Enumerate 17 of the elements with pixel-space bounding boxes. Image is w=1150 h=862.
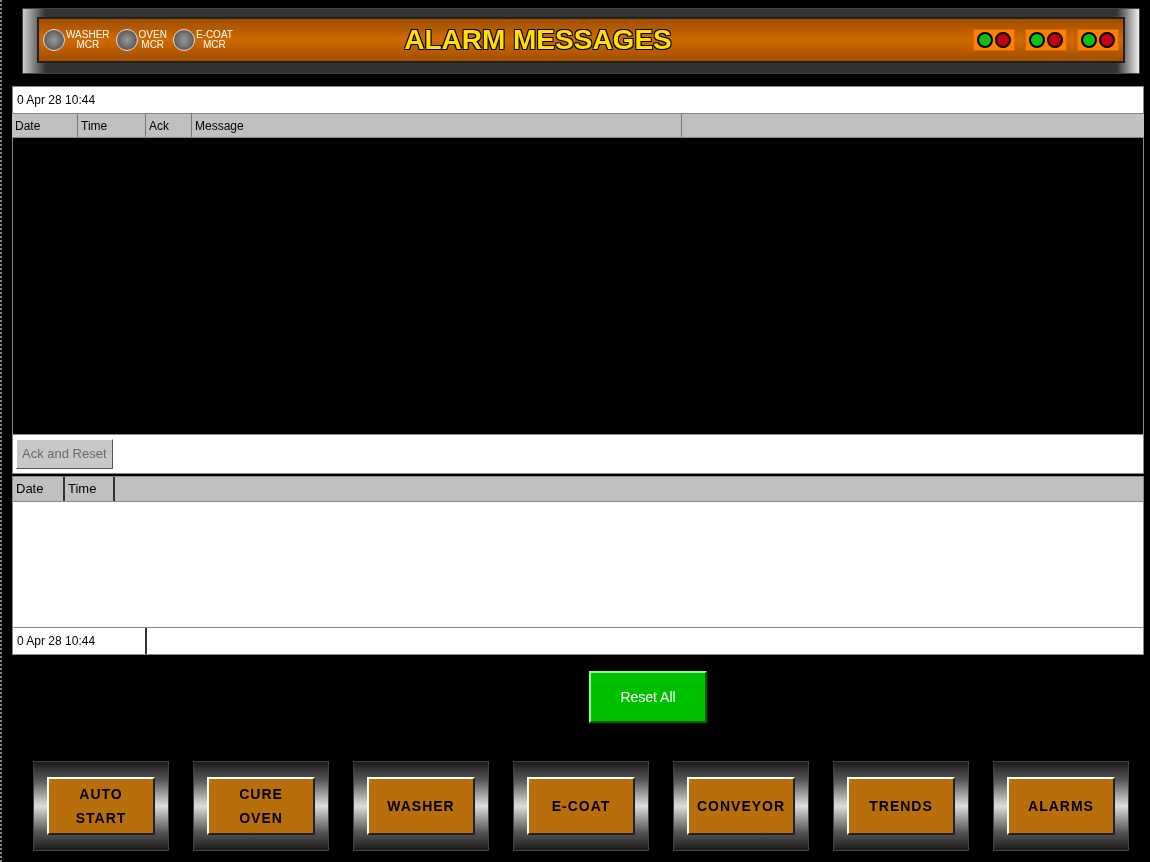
nav-button[interactable]: CONVEYOR	[687, 777, 795, 835]
timestamp: 0 Apr 28 10:44	[17, 92, 96, 109]
nav-button[interactable]: CURE OVEN	[207, 777, 315, 835]
nav-button[interactable]: E-COAT	[527, 777, 635, 835]
column-header[interactable]: Message	[192, 114, 682, 137]
timestamp: 0 Apr 28 10:44	[13, 628, 147, 654]
nav-button[interactable]: AUTO START	[47, 777, 155, 835]
nav-button[interactable]: ALARMS	[1007, 777, 1115, 835]
nav-button[interactable]: WASHER	[367, 777, 475, 835]
column-header[interactable]: Date	[12, 114, 78, 137]
column-header[interactable]: Time	[78, 114, 146, 137]
nav-button[interactable]: TRENDS	[847, 777, 955, 835]
column-header[interactable]: Ack	[146, 114, 192, 137]
screen-title: ALARM MESSAGES	[404, 23, 672, 57]
indicator-label: OVEN MCR	[138, 30, 167, 50]
indicator-label: WASHER MCR	[66, 30, 110, 50]
indicator-label: E-COAT MCR	[195, 30, 233, 50]
